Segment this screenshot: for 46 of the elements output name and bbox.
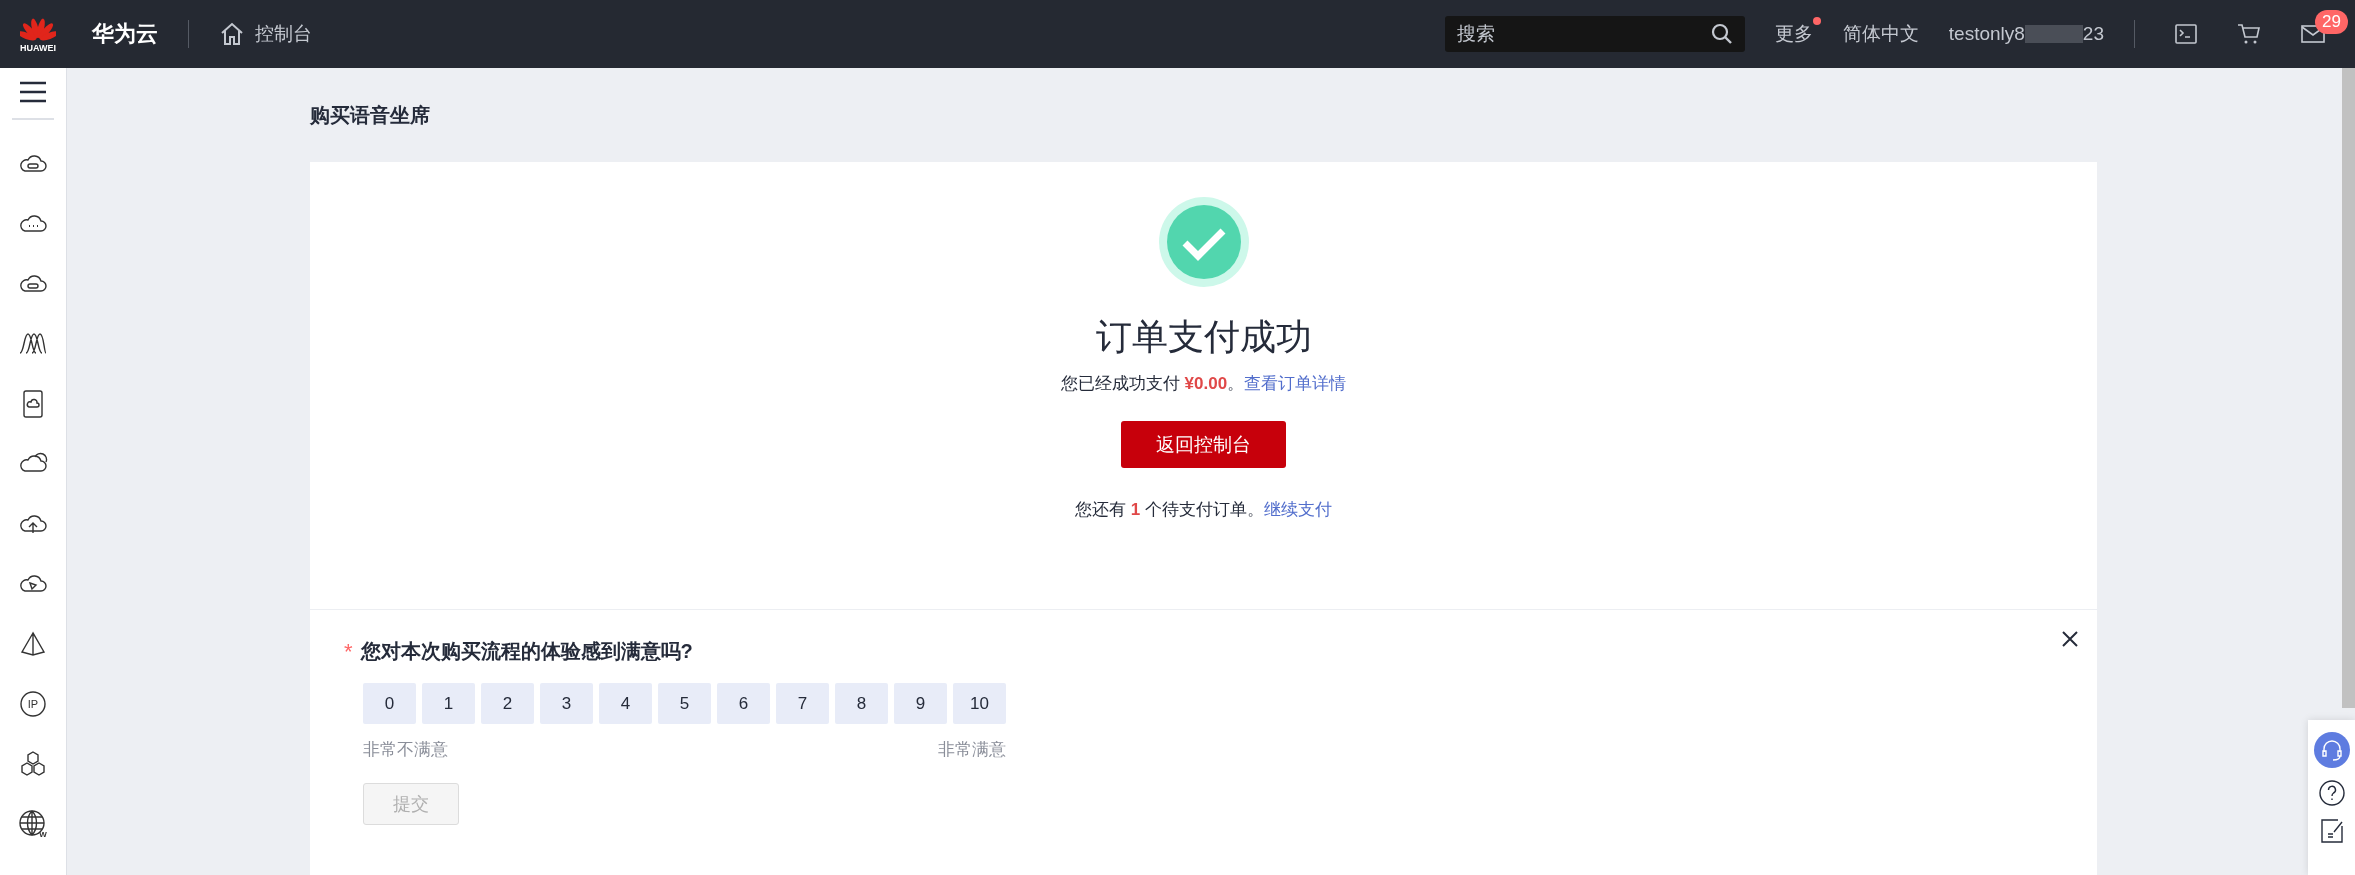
search-field[interactable]: 搜索 <box>1444 16 1745 52</box>
score-option[interactable]: 9 <box>894 683 947 724</box>
device-icon <box>21 389 45 419</box>
pyramid-icon <box>19 630 47 658</box>
score-option[interactable]: 7 <box>776 683 829 724</box>
hexagons-icon <box>18 750 48 778</box>
success-check-icon <box>1158 197 1249 287</box>
brand-name: 华为云 <box>92 20 158 48</box>
high-label: 非常满意 <box>938 739 1006 761</box>
score-option[interactable]: 1 <box>422 683 475 724</box>
console-link[interactable]: 控制台 <box>219 21 312 47</box>
payment-message: 您已经成功支付 ¥0.00。查看订单详情 <box>1060 373 1347 395</box>
headset-icon[interactable] <box>2313 732 2350 768</box>
unread-badge: 29 <box>2315 10 2348 34</box>
success-title: 订单支付成功 <box>1095 315 1312 359</box>
score-option[interactable]: 0 <box>363 683 416 724</box>
score-option[interactable]: 5 <box>658 683 711 724</box>
pending-orders-message: 您还有 1 个待支付订单。继续支付 <box>1075 499 1332 521</box>
score-option[interactable]: 4 <box>599 683 652 724</box>
terminal-icon[interactable] <box>2175 24 2197 44</box>
low-label: 非常不满意 <box>363 739 448 761</box>
logo-text: HUAWEI <box>20 42 56 53</box>
language-link[interactable]: 简体中文 <box>1842 21 1919 47</box>
globe-icon: W <box>18 809 48 839</box>
required-mark: * <box>344 638 353 665</box>
help-icon[interactable] <box>2318 780 2345 806</box>
more-link[interactable]: 更多 <box>1774 21 1813 47</box>
score-option[interactable]: 8 <box>835 683 888 724</box>
cart-icon[interactable] <box>2237 23 2261 45</box>
user-menu[interactable]: testonly8 23 <box>1948 23 2104 45</box>
score-option[interactable]: 10 <box>953 683 1006 724</box>
home-icon[interactable] <box>219 21 245 47</box>
survey-question: 您对本次购买流程的体验感到满意吗? <box>360 639 693 664</box>
return-console-button[interactable]: 返回控制台 <box>1121 421 1286 468</box>
score-option[interactable]: 2 <box>481 683 534 724</box>
order-details-link[interactable]: 查看订单详情 <box>1244 374 1347 393</box>
feedback-icon[interactable] <box>2319 818 2344 844</box>
close-icon[interactable] <box>2061 630 2079 648</box>
ip-icon: IP <box>19 690 47 718</box>
scrollbar[interactable] <box>2342 68 2355 708</box>
score-option[interactable]: 6 <box>717 683 770 724</box>
menu-icon[interactable] <box>18 80 48 104</box>
page-title: 购买语音坐席 <box>310 102 430 128</box>
continue-payment-link[interactable]: 继续支付 <box>1263 500 1332 519</box>
search-icon[interactable] <box>1710 23 1733 45</box>
score-option[interactable]: 3 <box>540 683 593 724</box>
